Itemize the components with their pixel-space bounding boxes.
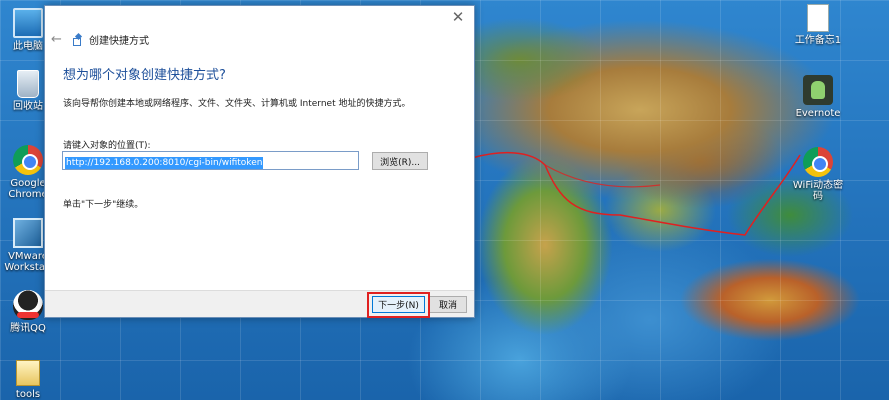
route-line-branch xyxy=(544,164,661,188)
back-arrow-icon[interactable]: ← xyxy=(51,32,65,47)
recycle-bin-icon xyxy=(17,70,39,98)
dialog-title: 创建快捷方式 xyxy=(89,35,149,47)
desktop-icon-label: 工作备忘1 xyxy=(794,35,842,46)
evernote-icon xyxy=(803,75,833,105)
desktop-icon-label: 腾讯QQ xyxy=(10,323,46,334)
route-line xyxy=(429,151,801,293)
dialog-heading: 想为哪个对象创建快捷方式? xyxy=(63,68,226,83)
folder-icon xyxy=(16,360,40,386)
location-label: 请键入对象的位置(T): xyxy=(63,141,151,151)
desktop-icon-evernote[interactable]: Evernote xyxy=(790,75,846,119)
browse-button[interactable]: 浏览(R)... xyxy=(372,152,428,170)
desktop-icon-memo[interactable]: 工作备忘1 xyxy=(790,4,846,46)
desktop-icon-label: Evernote xyxy=(795,108,841,119)
desktop-icon-label: tools xyxy=(15,389,41,400)
location-input-value: http://192.168.0.200:8010/cgi-bin/wifito… xyxy=(65,157,264,169)
dialog-titlebar: ← 创建快捷方式 xyxy=(51,31,149,47)
create-shortcut-dialog: ✕ ← 创建快捷方式 想为哪个对象创建快捷方式? 该向导帮你创建本地或网络程序、… xyxy=(44,5,475,318)
location-input[interactable]: http://192.168.0.200:8010/cgi-bin/wifito… xyxy=(62,151,359,170)
chrome-icon xyxy=(13,145,43,175)
cancel-button[interactable]: 取消 xyxy=(429,296,467,313)
vmware-icon xyxy=(13,218,43,248)
close-icon[interactable]: ✕ xyxy=(450,9,466,25)
continue-instruction: 单击"下一步"继续。 xyxy=(63,200,144,210)
shortcut-wizard-icon xyxy=(71,33,83,46)
dialog-footer: 下一步(N) 取消 xyxy=(45,290,474,317)
desktop-icon-tools[interactable]: tools xyxy=(0,360,56,400)
dialog-description: 该向导帮你创建本地或网络程序、文件、文件夹、计算机或 Internet 地址的快… xyxy=(63,99,411,109)
desktop-icon-label: WiFi动态密码 xyxy=(792,180,844,202)
chrome-shortcut-icon xyxy=(803,147,833,177)
qq-penguin-icon xyxy=(13,290,43,320)
document-icon xyxy=(807,4,829,32)
desktop-icon-wifi-password[interactable]: WiFi动态密码 xyxy=(790,147,846,202)
computer-icon xyxy=(13,8,43,38)
next-button[interactable]: 下一步(N) xyxy=(372,296,425,313)
